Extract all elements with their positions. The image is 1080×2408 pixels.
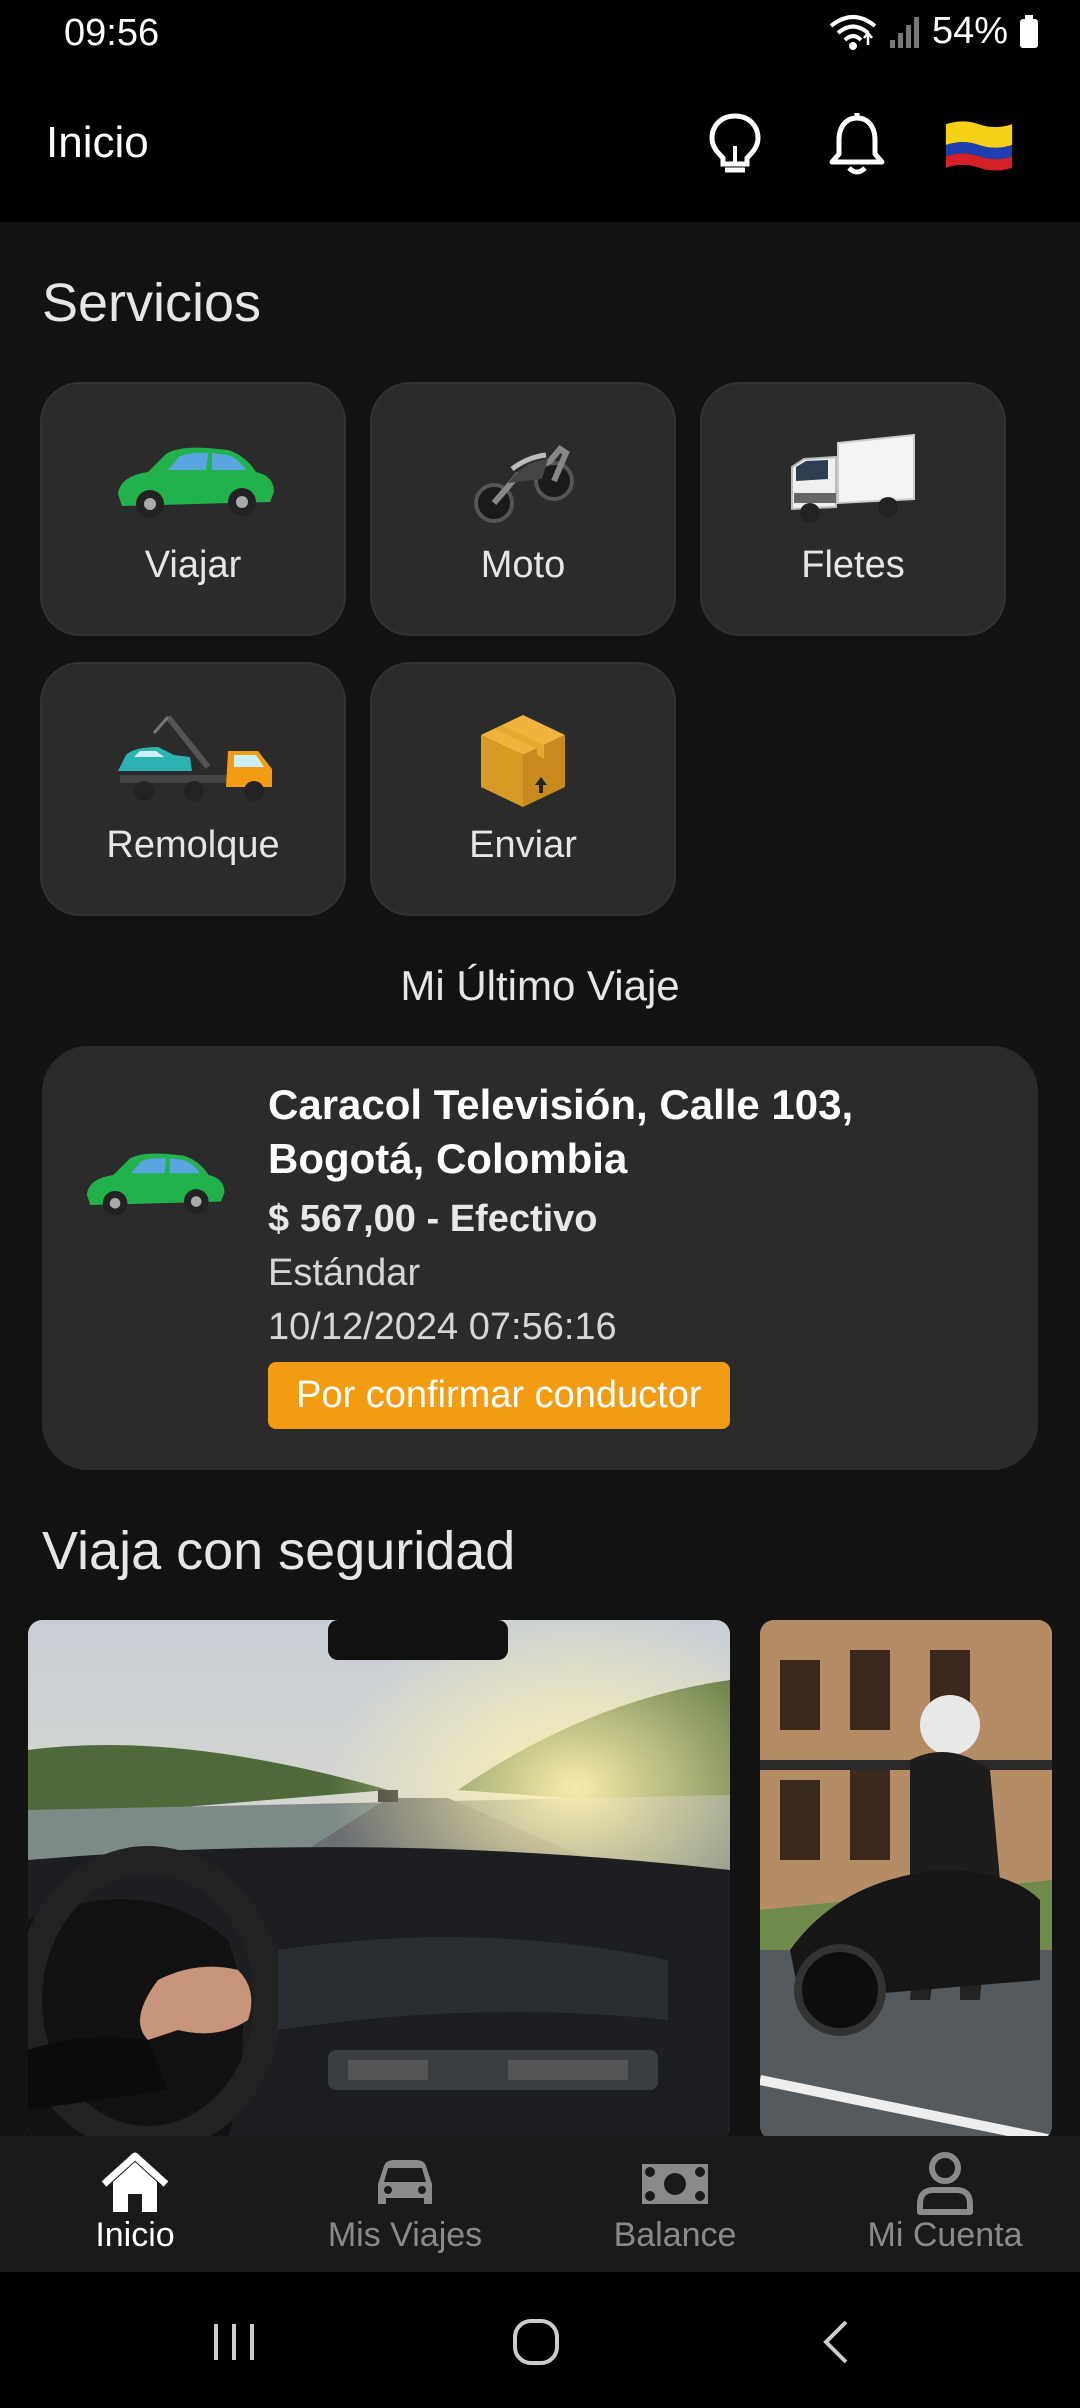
tow-truck-icon (103, 706, 283, 816)
nav-inicio[interactable]: Inicio (0, 2136, 270, 2272)
nav-label: Mi Cuenta (867, 2216, 1023, 2254)
service-card-fletes[interactable]: Fletes (700, 382, 1006, 636)
nav-label: Inicio (95, 2216, 175, 2254)
service-label: Fletes (801, 544, 905, 586)
nav-mis-viajes[interactable]: Mis Viajes (270, 2136, 540, 2272)
service-card-remolque[interactable]: Remolque (40, 662, 346, 916)
bell-icon (829, 113, 885, 175)
status-indicators: 54% (828, 10, 1040, 53)
last-trip-card[interactable]: Caracol Televisión, Calle 103, Bogotá, C… (42, 1046, 1038, 1470)
trip-info: Caracol Televisión, Calle 103, Bogotá, C… (268, 1078, 988, 1429)
battery-icon (1020, 14, 1038, 48)
last-trip-title: Mi Último Viaje (400, 962, 680, 1009)
service-label: Moto (480, 544, 566, 586)
trip-date: 10/12/2024 07:56:16 (268, 1306, 617, 1348)
driving-photo (28, 1620, 730, 2136)
trip-price: $ 567,00 - Efectivo (268, 1198, 598, 1240)
status-time: 09:56 (64, 12, 160, 54)
safety-card-moto[interactable] (760, 1620, 1052, 2136)
motorcycle-rider-photo (760, 1620, 1052, 2136)
wifi-icon (829, 14, 877, 50)
lightbulb-button[interactable] (700, 110, 770, 180)
home-content: Servicios Viajar Moto Fletes Remolque En… (0, 222, 1080, 2136)
colombia-flag-icon (945, 121, 1013, 171)
services-title: Servicios (42, 273, 262, 333)
nav-label: Mis Viajes (327, 2216, 483, 2254)
bottom-navigation: Inicio Mis Viajes Balance Mi Cuenta (0, 2136, 1080, 2272)
page-title: Inicio (46, 118, 149, 167)
user-icon (917, 2152, 973, 2215)
lightbulb-icon (709, 113, 761, 173)
service-card-moto[interactable]: Moto (370, 382, 676, 636)
motorcycle-icon (433, 426, 613, 536)
green-car-icon (78, 1138, 228, 1228)
back-icon[interactable] (808, 2312, 868, 2372)
notifications-button[interactable] (822, 110, 892, 180)
service-label: Viajar (144, 544, 242, 586)
system-navigation-bar (0, 2272, 1080, 2408)
service-label: Remolque (106, 824, 280, 866)
nav-mi-cuenta[interactable]: Mi Cuenta (810, 2136, 1080, 2272)
app-bar: Inicio (0, 72, 1080, 222)
trip-address: Caracol Televisión, Calle 103, Bogotá, C… (268, 1081, 854, 1182)
trip-status-badge[interactable]: Por confirmar conductor (268, 1362, 730, 1429)
battery-percent: 54% (931, 10, 1008, 52)
recent-apps-icon[interactable] (204, 2312, 264, 2372)
trip-type: Estándar (268, 1252, 421, 1294)
truck-icon (763, 426, 943, 536)
country-flag-button[interactable] (944, 110, 1014, 180)
green-car-icon (103, 426, 283, 536)
nav-label: Balance (613, 2216, 737, 2254)
nav-balance[interactable]: Balance (540, 2136, 810, 2272)
app-bar-actions (700, 110, 1014, 180)
service-label: Enviar (469, 824, 577, 866)
service-card-viajar[interactable]: Viajar (40, 382, 346, 636)
safety-card-driving[interactable] (28, 1620, 730, 2136)
safety-title: Viaja con seguridad (42, 1521, 516, 1581)
package-icon (433, 706, 613, 816)
service-card-enviar[interactable]: Enviar (370, 662, 676, 916)
cash-icon (642, 2164, 708, 2204)
home-icon (101, 2152, 169, 2212)
home-system-icon[interactable] (506, 2312, 566, 2372)
car-icon (378, 2160, 432, 2204)
status-bar: 09:56 54% (0, 0, 1080, 72)
signal-icon (889, 16, 919, 48)
